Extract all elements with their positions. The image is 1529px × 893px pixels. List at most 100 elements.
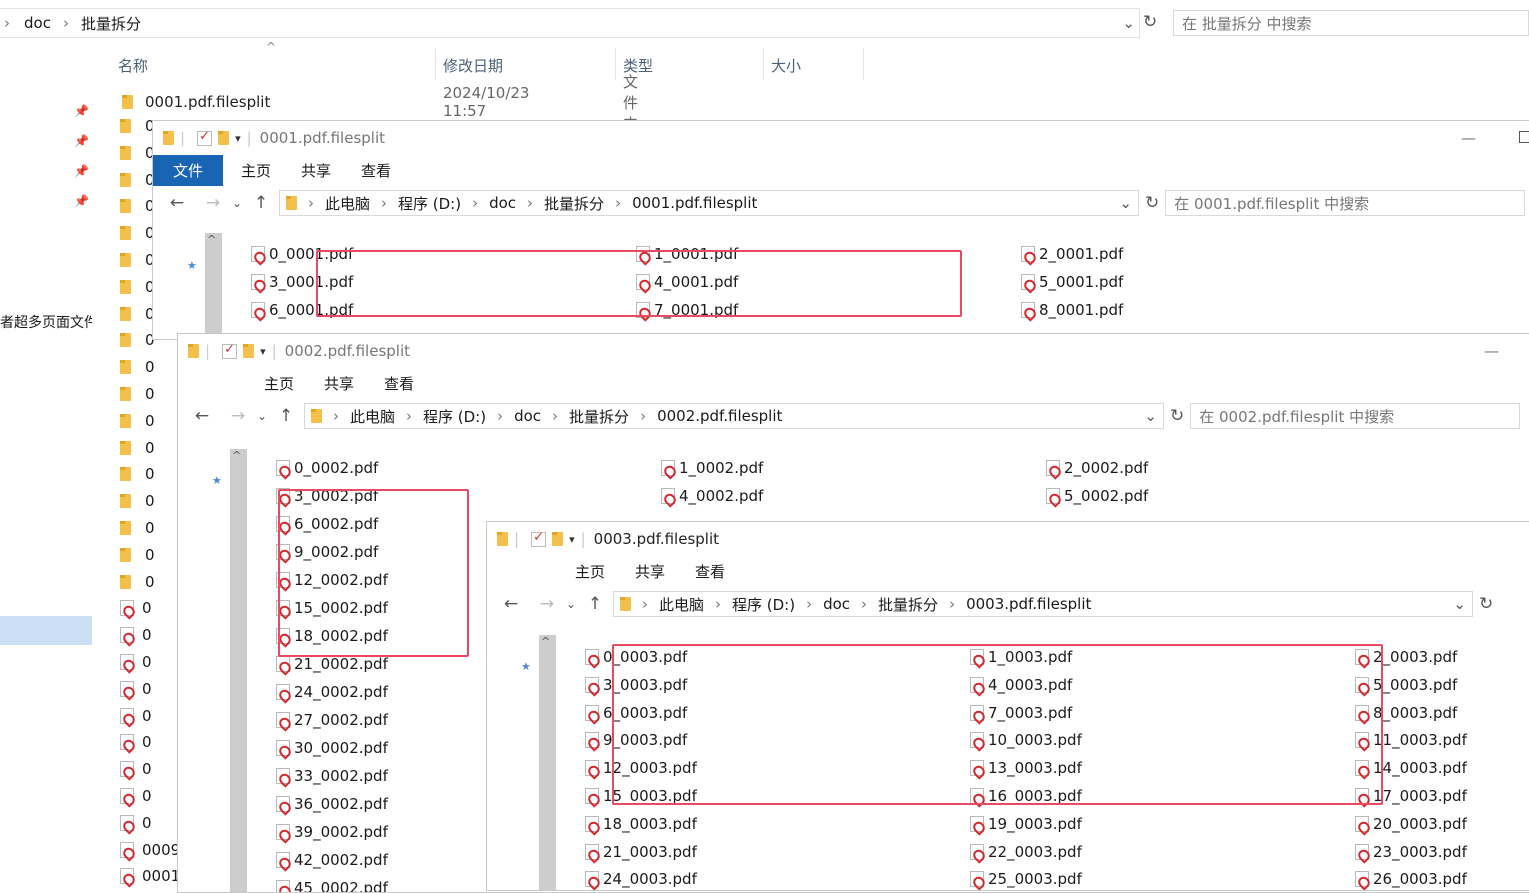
quick-access-star-icon[interactable]: ★ <box>187 259 197 272</box>
crumb[interactable]: doc <box>514 407 541 425</box>
crumb-doc[interactable]: doc <box>24 14 51 32</box>
dropdown-icon[interactable]: ▾ <box>235 132 241 145</box>
list-item[interactable]: 0 <box>120 355 155 379</box>
list-item[interactable]: 0 <box>120 650 152 674</box>
path-bar[interactable]: › 此电脑 › 程序 (D:) › doc › 批量拆分 › 0001.pdf.files… <box>279 190 1139 216</box>
tab-share[interactable]: 共享 <box>301 160 331 181</box>
path-bar[interactable]: › 此电脑 › 程序 (D:) › doc › 批量拆分 › 0003.pdf.files… <box>613 591 1473 617</box>
crumb[interactable]: 程序 (D:) <box>732 594 795 615</box>
tab-share[interactable]: 共享 <box>324 373 354 394</box>
list-item[interactable]: 0 <box>120 516 155 540</box>
maximize-button[interactable] <box>1519 131 1529 143</box>
pdf-file-item[interactable]: 33_0002.pdf <box>276 762 388 790</box>
crumb[interactable]: 批量拆分 <box>569 406 629 427</box>
search-input[interactable]: 在 0001.pdf.filesplit 中搜索 <box>1165 190 1526 216</box>
list-item[interactable]: 0 <box>120 784 152 808</box>
tab-view[interactable]: 查看 <box>384 373 414 394</box>
list-item[interactable]: 0 <box>120 221 155 245</box>
minimize-button[interactable]: — <box>1484 342 1499 360</box>
crumb[interactable]: doc <box>823 595 850 613</box>
new-folder-icon[interactable] <box>552 532 564 546</box>
back-arrow-icon[interactable]: ← <box>188 406 216 426</box>
refresh-icon[interactable]: ↻ <box>1145 193 1159 213</box>
pdf-file-item[interactable]: 21_0003.pdf <box>585 838 697 866</box>
list-item[interactable]: 0 <box>120 302 155 326</box>
nav-item-partial[interactable]: 者超多页面文件 <box>0 312 92 332</box>
list-item[interactable]: 0 <box>120 168 155 192</box>
up-arrow-icon[interactable]: ↑ <box>247 193 275 213</box>
col-date-header[interactable]: 修改日期 <box>443 55 503 76</box>
scroll-up-icon[interactable]: ^ <box>232 449 241 462</box>
list-item[interactable]: 0 <box>120 409 155 433</box>
up-arrow-icon[interactable]: ↑ <box>581 594 609 614</box>
forward-arrow-icon[interactable]: → <box>199 193 227 213</box>
pdf-file-item[interactable]: 25_0003.pdf <box>970 865 1082 890</box>
list-item[interactable]: 0 <box>120 730 152 754</box>
crumb[interactable]: 0002.pdf.filesplit <box>657 407 782 425</box>
crumb[interactable]: 程序 (D:) <box>398 193 461 214</box>
list-item[interactable]: 0 <box>120 623 152 647</box>
main-row-0001[interactable]: 0001.pdf.filesplit 2024/10/23 11:57 文件夹 <box>122 73 638 133</box>
scroll-up-icon[interactable]: ^ <box>207 233 216 246</box>
pdf-file-item[interactable]: 39_0002.pdf <box>276 818 388 846</box>
pdf-file-item[interactable]: 23_0003.pdf <box>1355 838 1467 866</box>
properties-icon[interactable] <box>531 530 547 547</box>
pdf-file-item[interactable]: 1_0002.pdf <box>661 454 763 482</box>
list-item[interactable]: 0 <box>120 543 155 567</box>
refresh-icon[interactable]: ↻ <box>1170 406 1184 426</box>
properties-icon[interactable] <box>197 129 213 146</box>
crumb[interactable]: 程序 (D:) <box>423 406 486 427</box>
crumb[interactable]: 0001.pdf.filesplit <box>632 194 757 212</box>
crumb[interactable]: 批量拆分 <box>544 193 604 214</box>
pdf-file-item[interactable]: 24_0002.pdf <box>276 678 388 706</box>
pdf-file-item[interactable]: 27_0002.pdf <box>276 706 388 734</box>
tab-home[interactable]: 主页 <box>241 160 271 181</box>
forward-arrow-icon[interactable]: → <box>224 406 252 426</box>
tab-view[interactable]: 查看 <box>361 160 391 181</box>
tab-home[interactable]: 主页 <box>264 373 294 394</box>
properties-icon[interactable] <box>222 342 238 359</box>
recent-dropdown-icon[interactable]: ⌄ <box>227 196 247 210</box>
list-item[interactable]: 0 <box>120 811 152 835</box>
pdf-file-item[interactable]: 5_0001.pdf <box>1021 268 1123 296</box>
list-item[interactable]: 0 <box>120 141 155 165</box>
list-item[interactable]: 0 <box>120 570 155 594</box>
back-arrow-icon[interactable]: ← <box>163 193 191 213</box>
list-item[interactable]: 0 <box>120 248 155 272</box>
list-item[interactable]: 0 <box>120 275 155 299</box>
tab-home[interactable]: 主页 <box>575 561 605 582</box>
pdf-file-item[interactable]: 45_0002.pdf <box>276 874 388 892</box>
chevron-down-icon[interactable]: ⌄ <box>1119 194 1132 212</box>
new-folder-icon[interactable] <box>243 344 255 358</box>
pdf-file-item[interactable]: 22_0003.pdf <box>970 838 1082 866</box>
recent-dropdown-icon[interactable]: ⌄ <box>561 597 581 611</box>
quick-access-star-icon[interactable]: ★ <box>212 474 222 487</box>
pdf-file-item[interactable]: 5_0002.pdf <box>1046 482 1148 510</box>
pdf-file-item[interactable]: 4_0002.pdf <box>661 482 763 510</box>
recent-dropdown-icon[interactable]: ⌄ <box>252 409 272 423</box>
dropdown-icon[interactable]: ▾ <box>569 533 575 546</box>
pin-icon[interactable]: 📌 <box>74 134 94 164</box>
quick-access-star-icon[interactable]: ★ <box>521 660 531 673</box>
crumb[interactable]: 此电脑 <box>659 594 704 615</box>
pdf-file-item[interactable]: 42_0002.pdf <box>276 846 388 874</box>
main-search-input[interactable]: 在 批量拆分 中搜索 <box>1173 10 1529 36</box>
col-name-header[interactable]: 名称 <box>118 55 148 76</box>
pin-icon[interactable]: 📌 <box>74 194 94 224</box>
list-item[interactable]: 0009 <box>120 838 180 862</box>
list-item[interactable]: 0 <box>120 114 155 138</box>
pin-icon[interactable]: 📌 <box>74 164 94 194</box>
path-bar[interactable]: › 此电脑 › 程序 (D:) › doc › 批量拆分 › 0002.pdf.files… <box>304 403 1164 429</box>
tab-file[interactable]: 文件 <box>153 154 224 186</box>
refresh-icon[interactable]: ↻ <box>1143 12 1157 32</box>
pin-icon[interactable]: 📌 <box>74 104 94 134</box>
crumb[interactable]: 0003.pdf.filesplit <box>966 595 1091 613</box>
list-item[interactable]: 0 <box>120 382 155 406</box>
pdf-file-item[interactable]: 0_0002.pdf <box>276 454 378 482</box>
pdf-file-item[interactable]: 20_0003.pdf <box>1355 810 1467 838</box>
chevron-down-icon[interactable]: ⌄ <box>1453 595 1466 613</box>
pdf-file-item[interactable]: 19_0003.pdf <box>970 810 1082 838</box>
list-item[interactable]: 0 <box>120 328 155 352</box>
crumb[interactable]: 此电脑 <box>350 406 395 427</box>
pdf-file-item[interactable]: 8_0001.pdf <box>1021 296 1123 324</box>
